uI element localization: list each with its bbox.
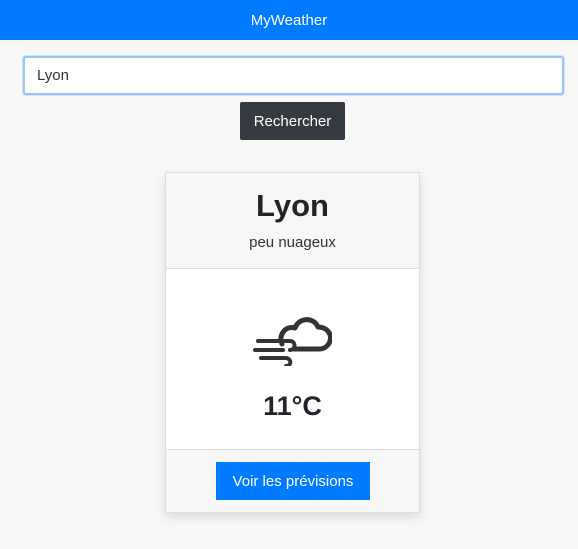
city-name: Lyon	[256, 188, 329, 223]
app-header: MyWeather	[0, 0, 578, 40]
weather-description: peu nuageux	[249, 234, 336, 251]
search-wrapper	[23, 56, 564, 95]
weather-card-body: 11°C	[166, 269, 419, 450]
temperature: 11°C	[263, 391, 322, 421]
weather-card-footer: Voir les prévisions	[166, 450, 419, 512]
weather-card: Lyon peu nuageux 11°C Voir les prévision…	[165, 172, 420, 513]
city-search-input[interactable]	[23, 56, 564, 95]
search-button[interactable]: Rechercher	[240, 102, 345, 140]
forecast-button[interactable]: Voir les prévisions	[216, 462, 370, 500]
cloud-wind-icon	[252, 312, 333, 368]
weather-card-header: Lyon peu nuageux	[166, 173, 419, 269]
app-title: MyWeather	[250, 11, 328, 29]
